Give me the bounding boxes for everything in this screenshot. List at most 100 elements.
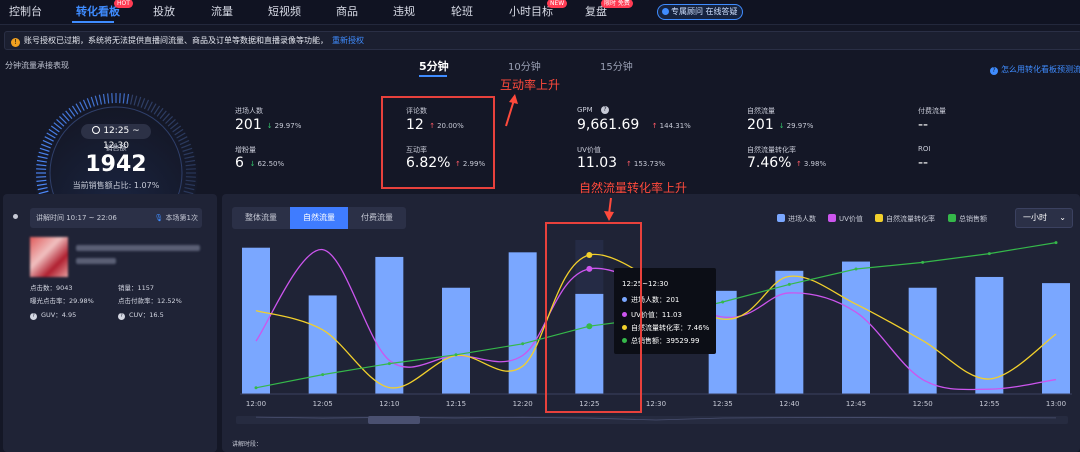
metric-label: ROI <box>918 145 931 153</box>
nav-tab-6[interactable]: 违规 <box>393 3 415 19</box>
annotation-interaction-rise: 互动率上升 <box>500 78 561 92</box>
nav-badge: NEW <box>547 0 568 8</box>
metric-label: 自然流量转化率 <box>747 146 796 154</box>
tab-paid-traffic[interactable]: 付费流量 <box>348 207 406 229</box>
bar-12:10 <box>375 256 404 394</box>
nav-tab-1[interactable]: 转化看板 <box>76 3 120 19</box>
metric-value: 11.03 <box>577 155 618 171</box>
stat-sales: 销量：1157 <box>118 284 155 292</box>
x-tick-label: 12:40 <box>779 400 799 408</box>
nav-badge: 限时 免费 <box>601 0 633 8</box>
metric-change: ↑ 3.98% <box>796 160 827 168</box>
bar-12:05 <box>308 295 337 394</box>
time-tab-indicator <box>419 75 447 77</box>
sales-point <box>987 252 991 256</box>
x-tick-label: 13:00 <box>1046 400 1066 408</box>
sales-point <box>387 362 391 366</box>
sales-value: 1942 <box>85 152 147 177</box>
annotation-arrow-chart <box>604 197 614 221</box>
x-tick-label: 12:20 <box>513 400 533 408</box>
x-tick-label: 12:10 <box>379 400 399 408</box>
explain-period-label: 讲解时段： <box>232 441 263 448</box>
legend-sales[interactable]: 总销售额 <box>948 214 987 224</box>
help-icon: ? <box>990 67 998 75</box>
explain-header[interactable]: 讲解时间 10:17 ~ 22:06 🎙 本场第1次 <box>30 208 202 228</box>
tab-10min[interactable]: 10分钟 <box>508 58 541 73</box>
x-tick-label: 12:00 <box>246 400 266 408</box>
metric-value: -- <box>918 155 929 171</box>
metric-label: 增粉量 <box>235 146 256 154</box>
metric-change: ↓ 29.97% <box>266 122 302 130</box>
legend-uv[interactable]: UV价值 <box>828 214 863 224</box>
product-thumbnail[interactable] <box>30 237 68 277</box>
help-icon[interactable]: ? <box>601 106 609 114</box>
arrow-up-icon: ↑ <box>651 122 658 130</box>
sales-point <box>854 267 858 271</box>
metric-change: ↓ 29.97% <box>778 122 814 130</box>
nav-tab-8[interactable]: 小时目标 <box>509 3 553 19</box>
product-price-blurred <box>76 258 116 264</box>
auth-expired-notice: ! 账号授权已过期，系统将无法提供直播间流量、商品及订单等数据和直播录像等功能，重… <box>4 31 1080 50</box>
x-tick-label: 12:35 <box>713 400 733 408</box>
nav-tab-4[interactable]: 短视频 <box>268 3 301 19</box>
legend-conversion[interactable]: 自然流量转化率 <box>875 214 935 224</box>
legend-swatch <box>875 214 883 222</box>
sales-point <box>1054 241 1058 245</box>
stat-clicks: 点击数：9043 <box>30 284 73 292</box>
help-link[interactable]: ?怎么用转化看板预测流量 <box>990 64 1080 75</box>
tab-15min[interactable]: 15分钟 <box>600 58 633 73</box>
x-tick-label: 12:50 <box>913 400 933 408</box>
help-icon[interactable]: ? <box>118 313 125 320</box>
stat-cuv: ? CUV：16.5 <box>118 309 164 320</box>
nav-badge: HOT <box>114 0 133 8</box>
stat-pay-rate: 点击付款率：12.52% <box>118 297 182 305</box>
reauthorize-link[interactable]: 重新授权 <box>332 36 364 45</box>
nav-tab-5[interactable]: 商品 <box>336 3 358 19</box>
sales-point <box>921 260 925 264</box>
tab-overall-traffic[interactable]: 整体流量 <box>232 207 290 229</box>
top-nav: 控制台 转化看板 HOT 投放 流量 短视频 商品 违规 轮班 小时目标 NEW 复盘 限时 免费 专属… <box>0 0 1080 25</box>
x-tick-label: 12:55 <box>979 400 999 408</box>
nav-tab-3[interactable]: 流量 <box>211 3 233 19</box>
sales-point <box>454 353 458 357</box>
zoom-handle[interactable] <box>368 416 420 424</box>
bar-12:20 <box>508 252 537 394</box>
bar-12:00 <box>242 247 270 394</box>
product-title-blurred <box>76 245 200 251</box>
arrow-up-icon: ↑ <box>796 160 802 168</box>
nav-tab-7[interactable]: 轮班 <box>451 3 473 19</box>
arrow-down-icon: ↓ <box>778 122 785 130</box>
metric-label: 自然流量 <box>747 107 775 115</box>
annotation-box-conversion <box>545 222 642 413</box>
nav-tab-0[interactable]: 控制台 <box>9 3 42 19</box>
active-tab-indicator <box>72 21 114 23</box>
x-tick-label: 12:45 <box>846 400 866 408</box>
metric-value: 6 <box>235 155 244 171</box>
sales-ratio: 当前销售额占比: 1.07% <box>72 181 160 190</box>
tab-5min[interactable]: 5分钟 <box>419 58 449 74</box>
metric-change: ↑ 153.73% <box>626 160 666 168</box>
metric-label: UV价值 <box>577 146 601 154</box>
stat-ctr: 曝光点击率：29.98% <box>30 297 94 305</box>
time-range-pill: 12:25 ~ 12:30 <box>81 124 151 151</box>
metric-label: 付费流量 <box>918 107 946 115</box>
advisor-icon <box>662 8 669 15</box>
sales-point <box>521 342 525 346</box>
help-icon[interactable]: ? <box>30 313 37 320</box>
legend-visitors[interactable]: 进场人数 <box>777 214 816 224</box>
clock-icon <box>92 126 101 134</box>
tab-natural-traffic[interactable]: 自然流量 <box>290 207 348 229</box>
arrow-down-icon: ↓ <box>266 122 273 130</box>
range-select[interactable]: 一小时 ⌄ <box>1015 208 1073 228</box>
nav-tab-2[interactable]: 投放 <box>153 3 175 19</box>
section-title: 分钟流量承接表现 <box>5 61 69 70</box>
warning-icon: ! <box>11 38 20 47</box>
sales-point <box>254 386 258 390</box>
metric-value: 201 <box>747 117 774 133</box>
metric-value: 7.46% <box>747 155 792 171</box>
legend-swatch <box>828 214 836 222</box>
advisor-button[interactable]: 专属顾问 在线答疑 <box>657 4 743 20</box>
x-tick-label: 12:05 <box>313 400 333 408</box>
chevron-down-icon: ⌄ <box>1059 213 1066 222</box>
mic-icon: 🎙 <box>154 214 164 222</box>
